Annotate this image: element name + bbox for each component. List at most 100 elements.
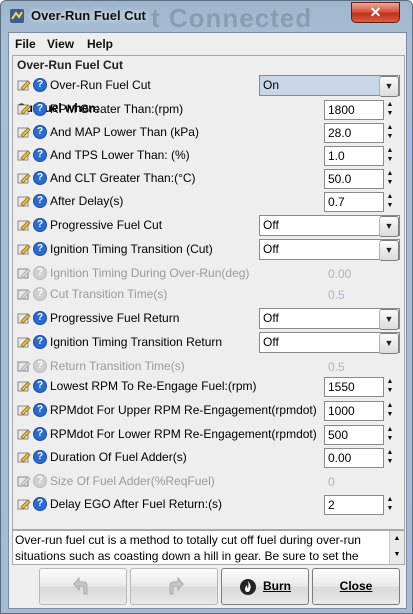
option-select[interactable]: Off ▼ — [259, 308, 400, 330]
value-spinner[interactable]: 2 ▲ ▼ — [324, 495, 393, 515]
value-spinner[interactable]: 1800 ▲ ▼ — [324, 100, 393, 120]
edit-pencil-icon[interactable] — [17, 287, 31, 301]
spinner-value: 0.00 — [328, 267, 352, 281]
edit-pencil-icon[interactable] — [17, 171, 31, 185]
edit-pencil-icon[interactable] — [17, 311, 31, 325]
edit-pencil-icon[interactable] — [17, 266, 31, 280]
help-icon[interactable]: ? — [33, 266, 47, 280]
spin-up-icon[interactable]: ▲ — [384, 425, 396, 434]
help-icon[interactable]: ? — [33, 218, 47, 232]
setting-row: ? RPM Greater Than:(rpm) 1800 ▲ ▼ — [13, 98, 404, 120]
edit-pencil-icon[interactable] — [17, 78, 31, 92]
spin-up-icon[interactable]: ▲ — [384, 448, 396, 457]
spin-up-icon[interactable]: ▲ — [384, 123, 396, 132]
spin-down-icon[interactable]: ▼ — [384, 201, 396, 210]
help-icon[interactable]: ? — [33, 474, 47, 488]
value-spinner[interactable]: 0.00 ▲ ▼ — [324, 448, 393, 468]
value-spinner[interactable]: 28.0 ▲ ▼ — [324, 123, 393, 143]
edit-pencil-icon[interactable] — [17, 497, 31, 511]
menu-help[interactable]: Help — [87, 37, 113, 51]
edit-pencil-icon[interactable] — [17, 450, 31, 464]
help-icon[interactable]: ? — [33, 194, 47, 208]
burn-button[interactable]: Burn — [221, 568, 309, 605]
chevron-down-icon[interactable]: ▼ — [379, 309, 399, 330]
spin-down-icon[interactable]: ▼ — [384, 155, 396, 164]
edit-pencil-icon[interactable] — [17, 427, 31, 441]
spin-down-icon[interactable]: ▼ — [384, 434, 396, 443]
help-icon[interactable]: ? — [33, 78, 47, 92]
edit-pencil-icon[interactable] — [17, 102, 31, 116]
redo-button[interactable] — [130, 568, 218, 605]
value-spinner[interactable]: 1.0 ▲ ▼ — [324, 146, 393, 166]
help-icon[interactable]: ? — [33, 450, 47, 464]
help-icon[interactable]: ? — [33, 125, 47, 139]
setting-row: ?Cut Transition Time(s) 0.5▲▼ — [13, 283, 404, 305]
spin-down-icon[interactable]: ▼ — [384, 178, 396, 187]
value-spinner[interactable]: 0.7 ▲ ▼ — [324, 192, 393, 212]
spin-up-icon[interactable]: ▲ — [384, 100, 396, 109]
value-spinner[interactable]: 500 ▲ ▼ — [324, 425, 393, 445]
spin-down-icon[interactable]: ▼ — [384, 457, 396, 466]
help-icon[interactable]: ? — [33, 497, 47, 511]
chevron-down-icon[interactable]: ▼ — [379, 240, 399, 261]
scroll-up-icon[interactable]: ▲ — [390, 531, 404, 547]
edit-pencil-icon[interactable] — [17, 194, 31, 208]
spin-down-icon[interactable]: ▼ — [384, 410, 396, 419]
option-select[interactable]: Off ▼ — [259, 215, 400, 237]
setting-row: ? Progressive Fuel Return Off ▼ — [13, 307, 404, 330]
spin-up-icon[interactable]: ▲ — [384, 146, 396, 155]
spinner-value: 28.0 — [328, 126, 352, 140]
spin-up-icon[interactable]: ▲ — [384, 169, 396, 178]
help-text-area[interactable]: Over-run fuel cut is a method to totally… — [12, 530, 405, 565]
edit-pencil-icon[interactable] — [17, 335, 31, 349]
help-icon[interactable]: ? — [33, 403, 47, 417]
over-run-fuel-cut-select[interactable]: On ▼ — [259, 75, 400, 97]
help-icon[interactable]: ? — [33, 359, 47, 373]
help-icon[interactable]: ? — [33, 379, 47, 393]
help-icon[interactable]: ? — [33, 148, 47, 162]
value-spinner[interactable]: 1000 ▲ ▼ — [324, 401, 393, 421]
spin-down-icon[interactable]: ▼ — [384, 386, 396, 395]
menu-view[interactable]: View — [47, 37, 74, 51]
help-scrollbar[interactable]: ▲ ▼ — [389, 531, 404, 564]
spin-up-icon[interactable]: ▲ — [384, 192, 396, 201]
help-icon[interactable]: ? — [33, 171, 47, 185]
edit-pencil-icon[interactable] — [17, 218, 31, 232]
menu-file[interactable]: File — [15, 37, 36, 51]
option-select[interactable]: Off ▼ — [259, 239, 400, 261]
scroll-down-icon[interactable]: ▼ — [390, 547, 404, 563]
spin-up-icon[interactable]: ▲ — [384, 401, 396, 410]
spinner-value: 1550 — [328, 380, 355, 394]
window-close-button[interactable]: ✕ — [351, 2, 400, 23]
help-icon[interactable]: ? — [33, 102, 47, 116]
edit-pencil-icon[interactable] — [17, 474, 31, 488]
spin-down-icon[interactable]: ▼ — [384, 504, 396, 513]
chevron-down-icon[interactable]: ▼ — [379, 76, 399, 97]
spin-up-icon[interactable]: ▲ — [384, 377, 396, 386]
edit-pencil-icon[interactable] — [17, 125, 31, 139]
spin-down-icon[interactable]: ▼ — [384, 132, 396, 141]
help-icon[interactable]: ? — [33, 242, 47, 256]
edit-pencil-icon[interactable] — [17, 148, 31, 162]
value-spinner[interactable]: 50.0 ▲ ▼ — [324, 169, 393, 189]
edit-pencil-icon[interactable] — [17, 242, 31, 256]
help-icon[interactable]: ? — [33, 335, 47, 349]
edit-pencil-icon[interactable] — [17, 379, 31, 393]
edit-pencil-icon[interactable] — [17, 359, 31, 373]
close-button[interactable]: Close — [312, 568, 400, 605]
chevron-down-icon[interactable]: ▼ — [379, 216, 399, 237]
chevron-down-icon[interactable]: ▼ — [379, 333, 399, 354]
spin-up-icon[interactable]: ▲ — [384, 495, 396, 504]
undo-button[interactable] — [39, 568, 127, 605]
title-bar[interactable]: Over-Run Fuel Cut t Connected ✕ — [1, 1, 412, 33]
help-icon[interactable]: ? — [33, 427, 47, 441]
spinner-value: 1800 — [328, 103, 355, 117]
dialog-client: File View Help Over-Run Fuel Cut ? Over-… — [8, 32, 407, 609]
help-icon[interactable]: ? — [33, 311, 47, 325]
spin-down-icon[interactable]: ▼ — [384, 109, 396, 118]
value-spinner[interactable]: 1550 ▲ ▼ — [324, 377, 393, 397]
edit-pencil-icon[interactable] — [17, 403, 31, 417]
menu-bar: File View Help — [9, 33, 406, 55]
option-select[interactable]: Off ▼ — [259, 332, 400, 354]
help-icon[interactable]: ? — [33, 287, 47, 301]
